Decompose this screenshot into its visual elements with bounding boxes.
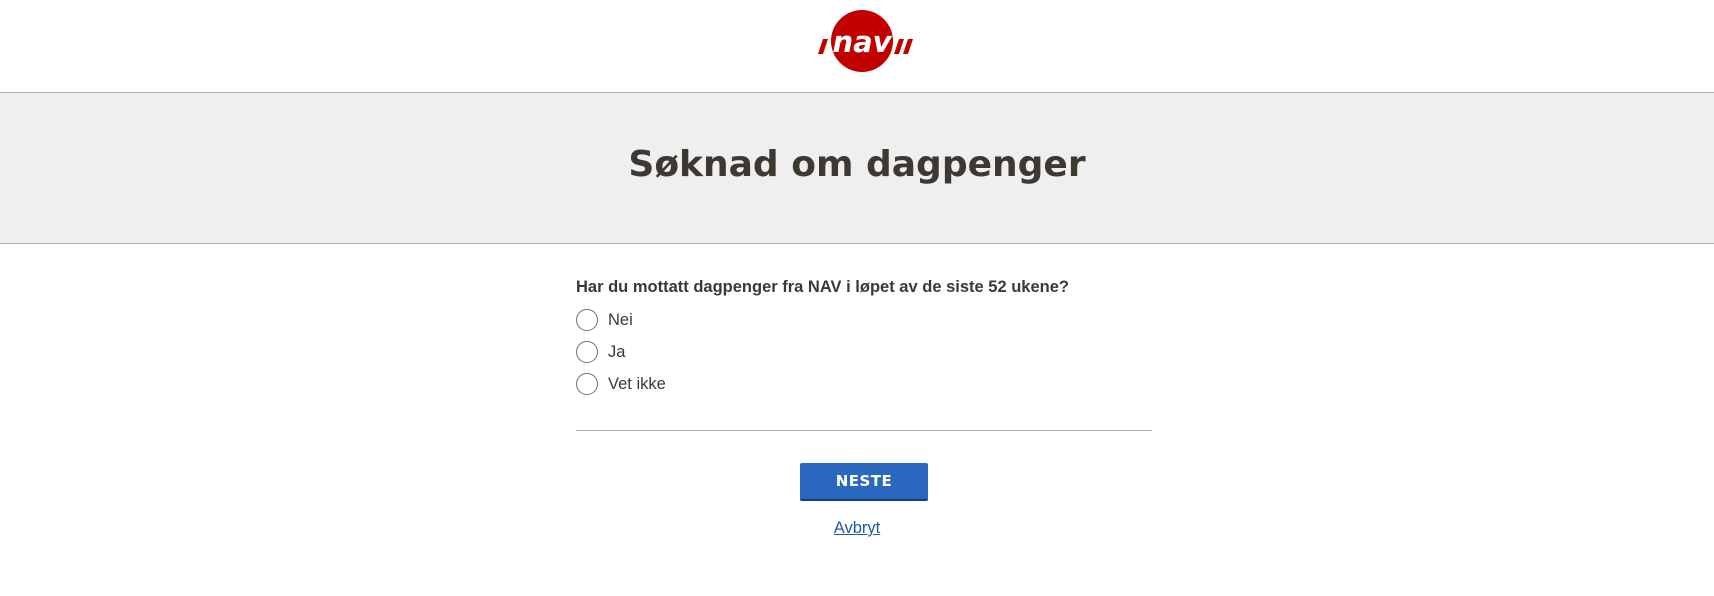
radio-label[interactable]: Ja	[608, 341, 625, 363]
radio-label[interactable]: Nei	[608, 309, 633, 331]
radio-group: Nei Ja Vet ikke	[576, 304, 1152, 400]
next-button[interactable]: NESTE	[800, 463, 928, 501]
radio-button[interactable]	[576, 373, 598, 395]
radio-option-nei[interactable]: Nei	[576, 304, 1152, 336]
cancel-link[interactable]: Avbryt	[834, 519, 880, 537]
radio-label[interactable]: Vet ikke	[608, 373, 666, 395]
cancel-link-container: Avbryt	[0, 517, 1714, 539]
radio-button[interactable]	[576, 341, 598, 363]
nav-logo[interactable]: nav	[814, 8, 914, 74]
site-header: nav	[0, 0, 1714, 93]
page-banner: Søknad om dagpenger	[0, 93, 1714, 244]
page-title: Søknad om dagpenger	[628, 144, 1086, 185]
radio-option-vet-ikke[interactable]: Vet ikke	[576, 368, 1152, 400]
question-label: Har du mottatt dagpenger fra NAV i løpet…	[576, 278, 1069, 296]
question-form: Har du mottatt dagpenger fra NAV i løpet…	[576, 276, 1152, 400]
radio-button[interactable]	[576, 309, 598, 331]
logo-text: nav	[832, 25, 892, 59]
form-divider	[576, 430, 1152, 431]
radio-option-ja[interactable]: Ja	[576, 336, 1152, 368]
